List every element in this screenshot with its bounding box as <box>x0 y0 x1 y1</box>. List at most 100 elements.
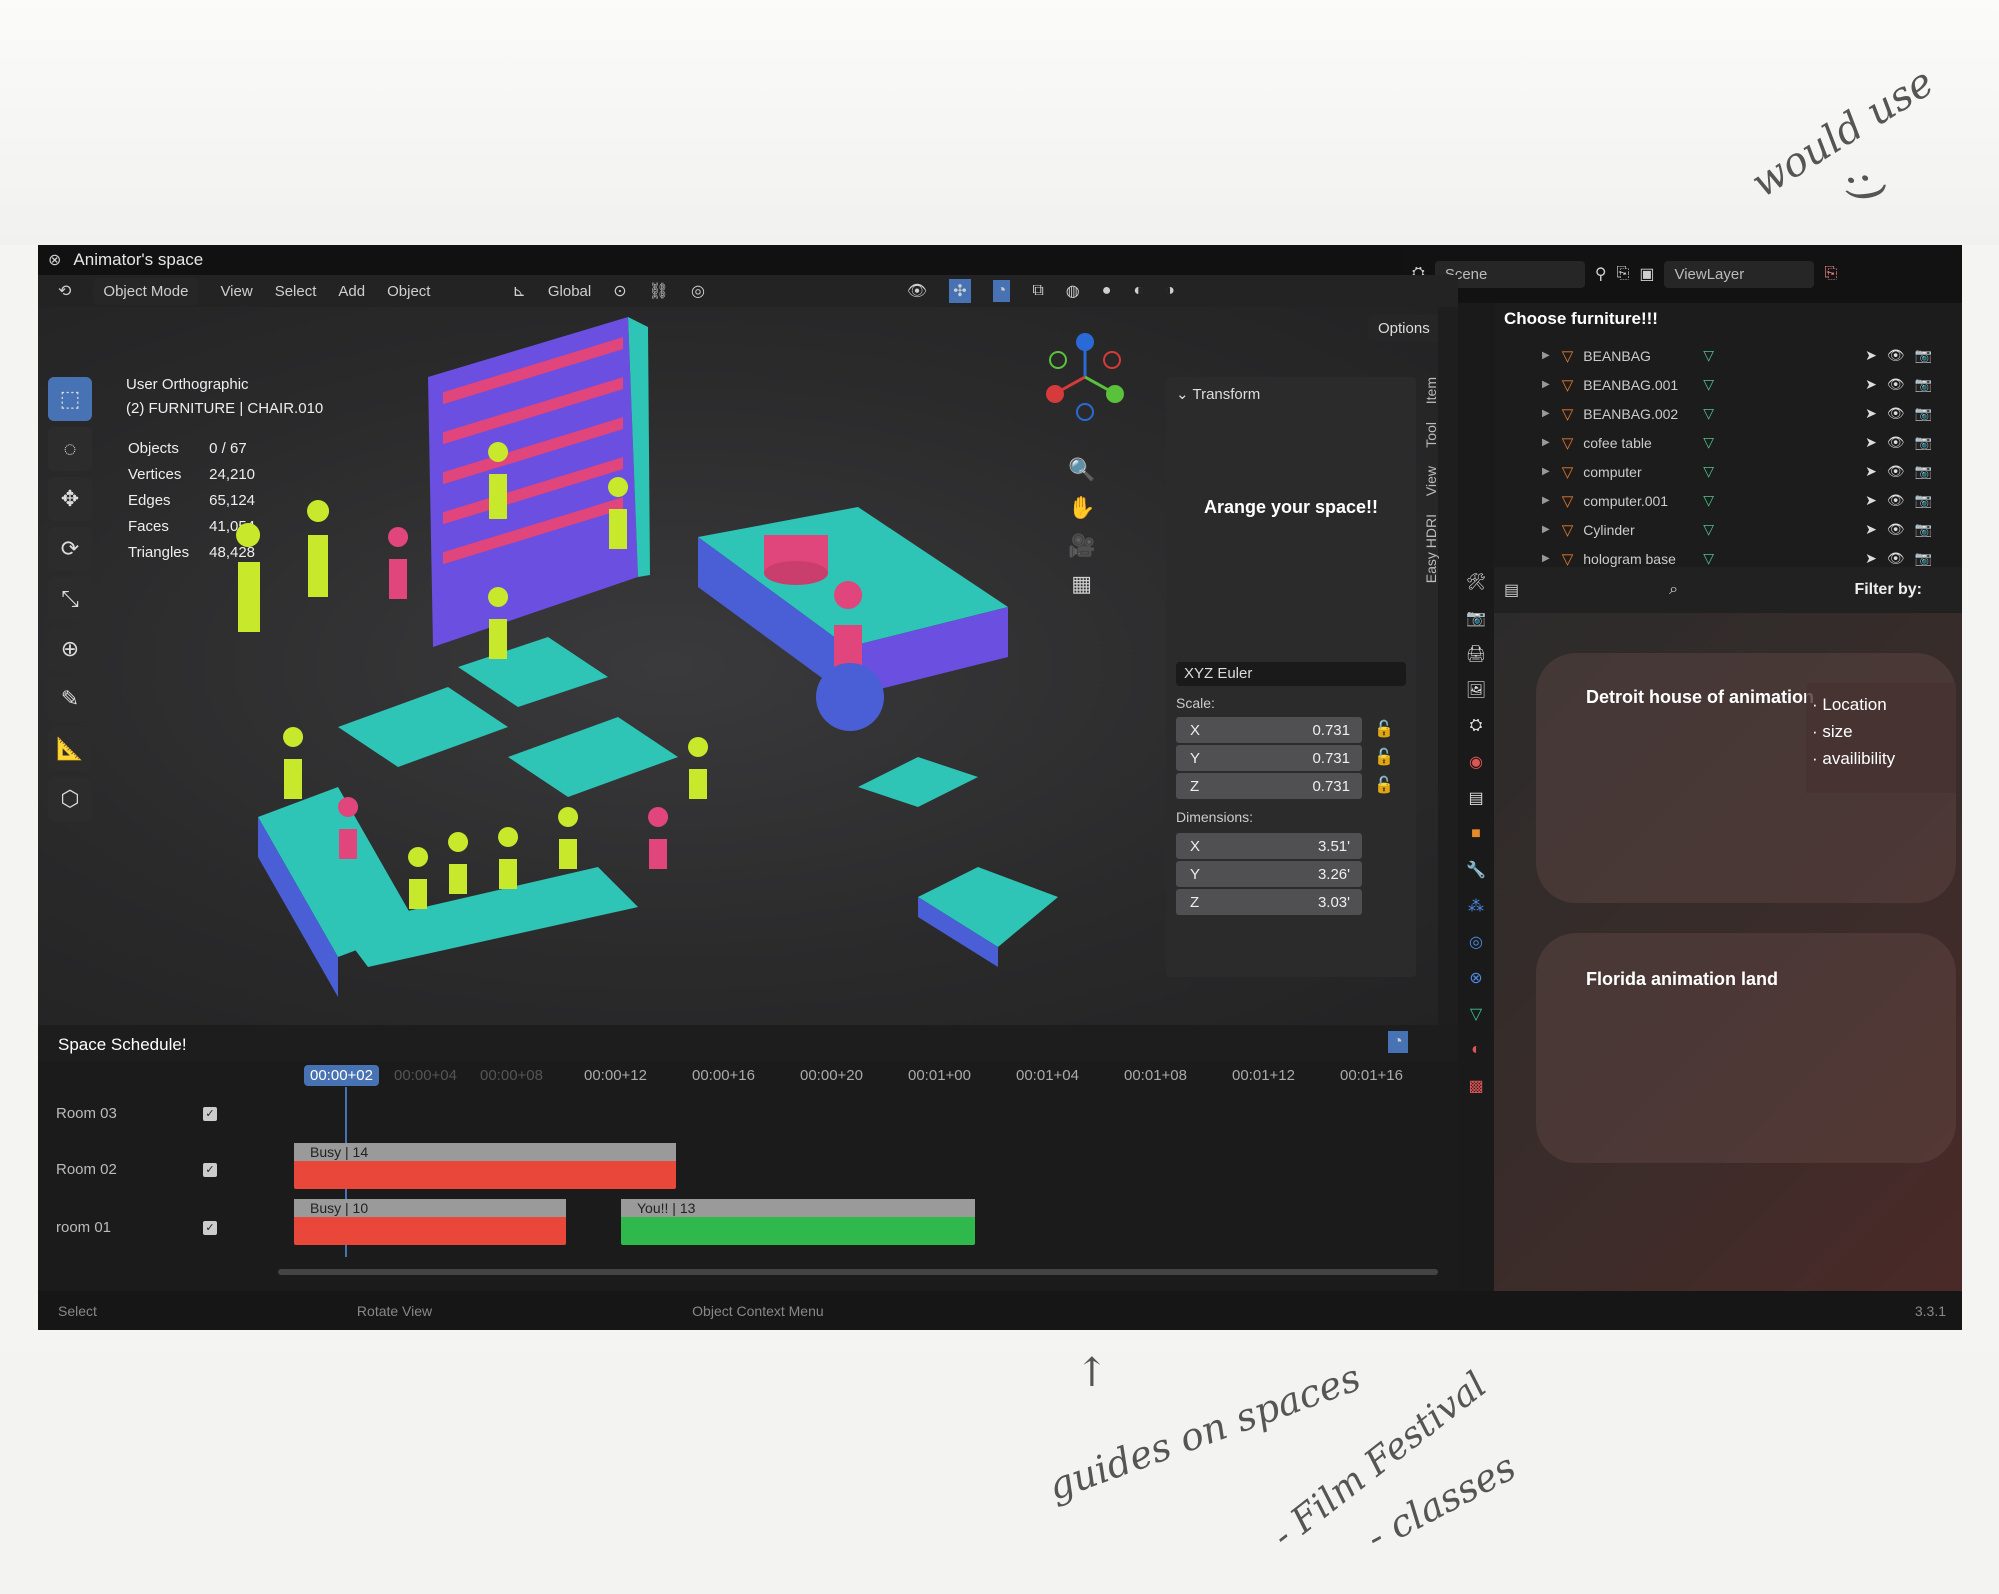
room-checkbox[interactable]: ✓ <box>203 1107 217 1121</box>
annotate-tool-icon[interactable]: ✎ <box>48 677 92 721</box>
menu-object[interactable]: Object <box>387 283 430 300</box>
tab-tool[interactable]: Tool <box>1423 422 1439 448</box>
measure-tool-icon[interactable]: 📐 <box>48 727 92 771</box>
outliner-row[interactable]: ▶ ▽ BEANBAG.002 ▽ ➤👁📷 <box>1494 399 1962 428</box>
transform-header[interactable]: ⌄ Transform <box>1166 377 1416 411</box>
grid-icon[interactable]: ▦ <box>1068 571 1095 597</box>
copy-icon[interactable]: ⎘ <box>1617 265 1630 283</box>
lock-icon[interactable]: 🔓 <box>1374 775 1394 795</box>
outliner-row[interactable]: ▶ ▽ BEANBAG ▽ ➤👁📷 <box>1494 341 1962 370</box>
filter-option-size[interactable]: · size <box>1812 718 1950 745</box>
tab-view[interactable]: View <box>1423 466 1439 496</box>
row-controls-icons[interactable]: ➤👁📷 <box>1865 521 1942 538</box>
scale-z-field[interactable]: Z 0.731 <box>1176 773 1362 799</box>
row-controls-icons[interactable]: ➤👁📷 <box>1865 347 1942 364</box>
dimension-y-field[interactable]: Y 3.26' <box>1176 861 1362 887</box>
tab-easy-hdri[interactable]: Easy HDRI <box>1423 514 1439 583</box>
3d-viewport[interactable]: ⬚ ◌ ✥ ⟳ ⤡ ⊕ ✎ 📐 ⬡ User Orthographic (2) … <box>38 307 1438 1025</box>
outliner-row[interactable]: ▶ ▽ cofee table ▽ ➤👁📷 <box>1494 428 1962 457</box>
mode-selector[interactable]: Object Mode <box>93 277 199 305</box>
lock-icon[interactable]: 🔓 <box>1374 719 1394 739</box>
scale-tool-icon[interactable]: ⤡ <box>48 577 92 621</box>
xray-icon[interactable]: ⧉ <box>1032 282 1043 300</box>
menu-add[interactable]: Add <box>338 283 365 300</box>
row-controls-icons[interactable]: ➤👁📷 <box>1865 405 1942 422</box>
dimension-z-field[interactable]: Z 3.03' <box>1176 889 1362 915</box>
render-tab-icon[interactable]: 📷 <box>1465 607 1487 629</box>
timeline-scrollbar[interactable] <box>278 1269 1438 1275</box>
u-table[interactable] <box>258 787 638 997</box>
round-table[interactable] <box>858 757 1058 967</box>
outliner-row[interactable]: ▶ ▽ BEANBAG.001 ▽ ➤👁📷 <box>1494 370 1962 399</box>
snap-icon[interactable]: ⛓ <box>649 281 669 301</box>
busy-strip-room-02[interactable]: Busy | 14 <box>294 1143 676 1189</box>
expand-arrow-icon[interactable]: ▶ <box>1542 553 1550 564</box>
row-controls-icons[interactable]: ➤👁📷 <box>1865 434 1942 451</box>
playhead-label[interactable]: 00:00+02 <box>304 1065 379 1086</box>
material-tab-icon[interactable]: ◐ <box>1465 1039 1487 1061</box>
gizmo-icon[interactable]: ✣ <box>949 279 971 303</box>
pin-icon[interactable]: ⚲ <box>1595 264 1607 284</box>
filter-option-location[interactable]: · Location <box>1812 691 1950 718</box>
tool-tab-icon[interactable]: 🛠 <box>1465 571 1487 593</box>
expand-arrow-icon[interactable]: ▶ <box>1542 495 1550 506</box>
outliner-row[interactable]: ▶ ▽ computer ▽ ➤👁📷 <box>1494 457 1962 486</box>
room-checkbox[interactable]: ✓ <box>203 1221 217 1235</box>
timeline-overlay-icon[interactable]: ◔ <box>1388 1031 1408 1053</box>
options-dropdown[interactable]: Options <box>1368 315 1438 342</box>
location-card[interactable]: Florida animation land <box>1536 933 1956 1163</box>
output-tab-icon[interactable]: 🖨 <box>1465 643 1487 665</box>
navigation-gizmo[interactable] <box>1040 327 1130 427</box>
cursor-tool-icon[interactable]: ◌ <box>48 427 92 471</box>
overlay-icon[interactable]: ◔ <box>992 280 1011 302</box>
scale-y-field[interactable]: Y 0.731 <box>1176 745 1362 771</box>
physics-tab-icon[interactable]: ◎ <box>1465 931 1487 953</box>
particles-tab-icon[interactable]: ⁂ <box>1465 895 1487 917</box>
shading-wire-icon[interactable]: ◍ <box>1066 281 1080 301</box>
desk-cluster-left[interactable] <box>338 637 678 797</box>
camera-icon[interactable]: 🎥 <box>1068 533 1095 559</box>
filter-label[interactable]: Filter by: <box>1854 581 1922 599</box>
viewlayer-icon[interactable]: ▣ <box>1639 264 1654 284</box>
row-controls-icons[interactable]: ➤👁📷 <box>1865 550 1942 567</box>
busy-strip-room-01[interactable]: Busy | 10 <box>294 1199 566 1245</box>
beanbag[interactable] <box>816 663 884 731</box>
outliner-row[interactable]: ▶ ▽ computer.001 ▽ ➤👁📷 <box>1494 486 1962 515</box>
visibility-icon[interactable]: 👁 <box>907 281 927 301</box>
row-controls-icons[interactable]: ➤👁📷 <box>1865 492 1942 509</box>
you-strip-room-01[interactable]: You!! | 13 <box>621 1199 975 1245</box>
rotate-tool-icon[interactable]: ⟳ <box>48 527 92 571</box>
editor-type-icon[interactable]: ⟲ <box>58 281 71 301</box>
modifier-tab-icon[interactable]: 🔧 <box>1465 859 1487 881</box>
select-tool-icon[interactable]: ⬚ <box>48 377 92 421</box>
expand-arrow-icon[interactable]: ▶ <box>1542 466 1550 477</box>
lock-icon[interactable]: 🔓 <box>1374 747 1394 767</box>
editor-type-icon[interactable]: ▤ <box>1504 580 1519 600</box>
expand-arrow-icon[interactable]: ▶ <box>1542 524 1550 535</box>
row-controls-icons[interactable]: ➤👁📷 <box>1865 463 1942 480</box>
shading-solid-icon[interactable]: ● <box>1102 282 1112 300</box>
room-checkbox[interactable]: ✓ <box>203 1163 217 1177</box>
world-tab-icon[interactable]: ◉ <box>1465 751 1487 773</box>
zoom-icon[interactable]: 🔍 <box>1068 457 1095 483</box>
proportional-icon[interactable]: ◎ <box>691 281 705 301</box>
copy-layer-icon[interactable]: ⎘ <box>1824 265 1837 283</box>
expand-arrow-icon[interactable]: ▶ <box>1542 350 1550 361</box>
viewlayer-field[interactable]: ViewLayer <box>1664 260 1815 288</box>
tab-item[interactable]: Item <box>1423 377 1439 404</box>
object-tab-icon[interactable]: ■ <box>1465 823 1487 845</box>
view-layer-tab-icon[interactable]: 🖼 <box>1465 679 1487 701</box>
rotation-mode-select[interactable]: XYZ Euler <box>1176 662 1406 686</box>
pan-hand-icon[interactable]: ✋ <box>1068 495 1095 521</box>
transform-tool-icon[interactable]: ⊕ <box>48 627 92 671</box>
shading-material-icon[interactable]: ◐ <box>1133 282 1143 300</box>
scene-tab-icon[interactable]: ⛭ <box>1465 715 1487 737</box>
pivot-icon[interactable]: ⊙ <box>613 281 626 301</box>
move-tool-icon[interactable]: ✥ <box>48 477 92 521</box>
data-tab-icon[interactable]: ▽ <box>1465 1003 1487 1025</box>
scale-x-field[interactable]: X 0.731 <box>1176 717 1362 743</box>
search-icon[interactable]: ⌕ <box>1669 581 1678 599</box>
dimension-x-field[interactable]: X 3.51' <box>1176 833 1362 859</box>
constraints-tab-icon[interactable]: ⊗ <box>1465 967 1487 989</box>
row-controls-icons[interactable]: ➤👁📷 <box>1865 376 1942 393</box>
